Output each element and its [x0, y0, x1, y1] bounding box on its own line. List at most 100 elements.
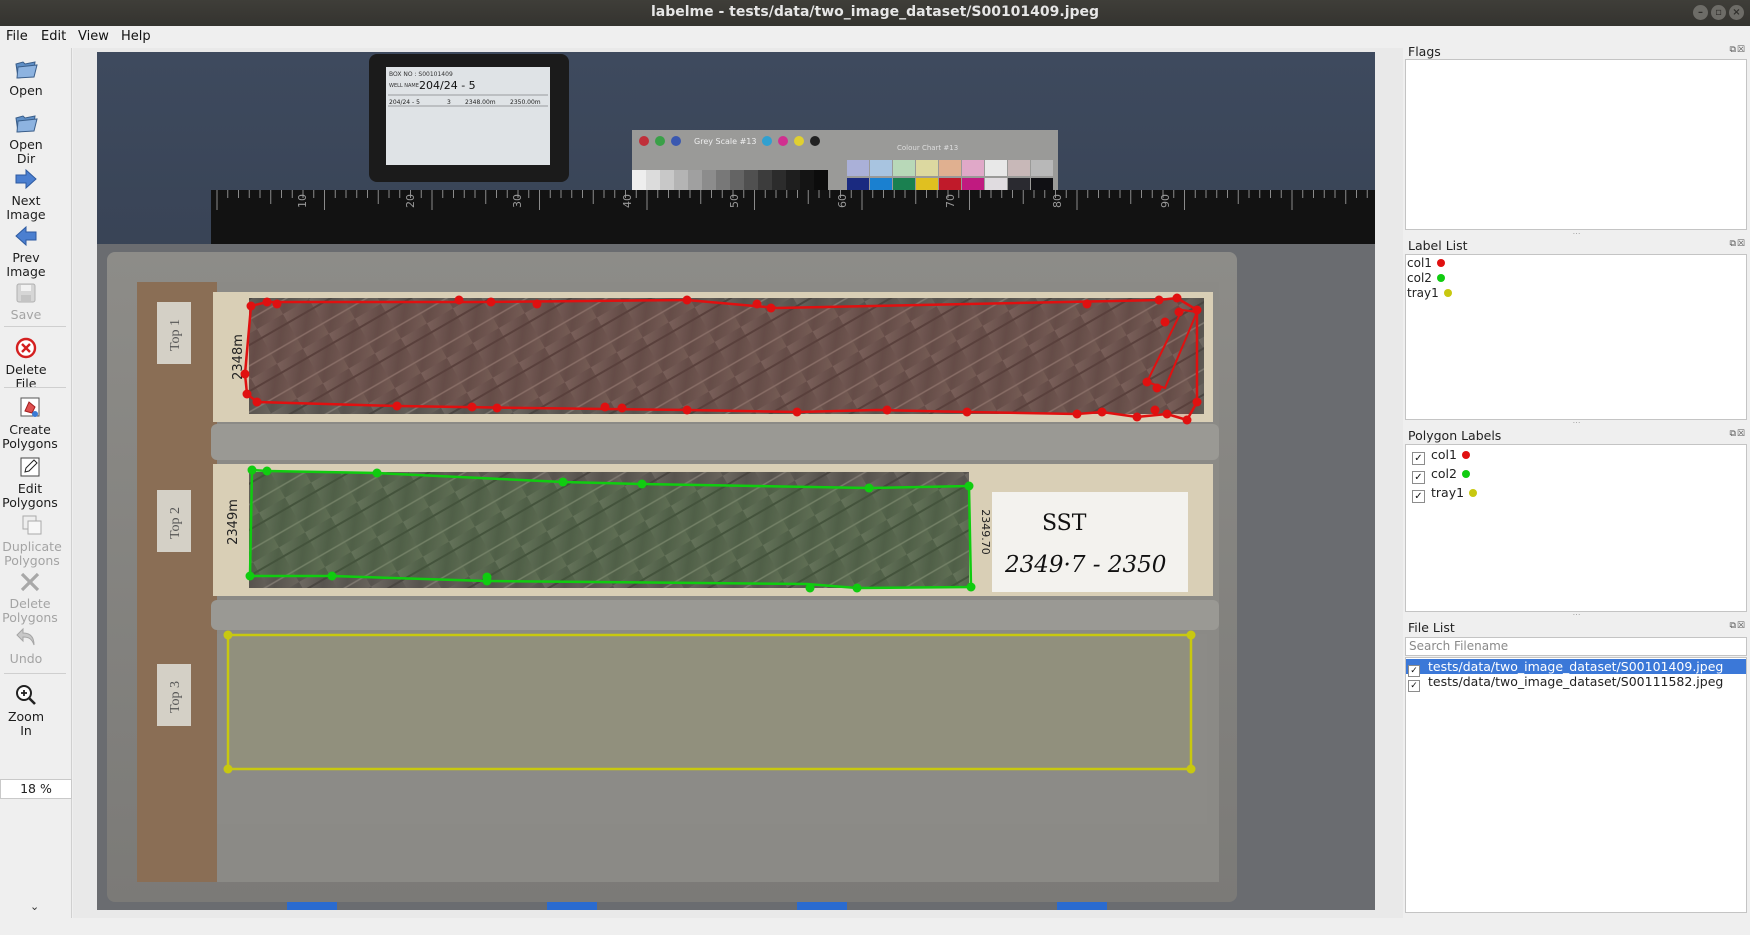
prev-image-button[interactable]: Prev Image — [2, 223, 50, 279]
panel-float-close-icons[interactable]: ⧉☒ — [1730, 45, 1747, 55]
polygon-vertex[interactable] — [1172, 293, 1182, 303]
annotation-col1[interactable] — [243, 296, 1199, 422]
polygon-vertex[interactable] — [752, 299, 762, 309]
polygon-vertex[interactable] — [1162, 409, 1172, 419]
polygon-vertex[interactable] — [558, 477, 568, 487]
polygon-vertex[interactable] — [1082, 299, 1092, 309]
annotation-tray1[interactable] — [223, 630, 1196, 774]
polygon-vertex[interactable] — [637, 479, 647, 489]
polygon-vertex[interactable] — [482, 572, 492, 582]
undo-button[interactable]: Undo — [2, 624, 50, 666]
polygon-vertex[interactable] — [262, 466, 272, 476]
open-dir-button[interactable]: Open Dir — [2, 110, 50, 166]
polygon-vertex[interactable] — [1142, 377, 1152, 387]
toolbar-separator — [4, 673, 66, 674]
list-item[interactable]: tray1 — [1406, 286, 1746, 301]
label-list[interactable]: col1 col2 tray1 — [1405, 254, 1747, 420]
folder-open-icon — [15, 61, 38, 79]
polygon-vertex[interactable] — [1132, 412, 1142, 422]
list-item[interactable]: ✓ col1 — [1406, 445, 1746, 465]
panel-resize-grip[interactable]: ⋯ — [1403, 611, 1750, 619]
menu-help[interactable]: Help — [121, 29, 151, 44]
polygon-vertex[interactable] — [247, 465, 257, 475]
polygon-vertex[interactable] — [966, 582, 976, 592]
tablet-box-text: BOX NO : S00101409 — [389, 71, 453, 78]
polygon-vertex[interactable] — [262, 297, 272, 307]
polygon-vertex[interactable] — [392, 401, 402, 411]
checkbox[interactable]: ✓ — [1408, 680, 1420, 692]
polygon-vertex[interactable] — [272, 299, 282, 309]
more-tools-chevron-icon[interactable]: ⌄ — [30, 900, 39, 913]
core-tray-photo[interactable]: BOX NO : S00101409 WELL NAME 204/24 - 5 … — [97, 52, 1375, 910]
menu-edit[interactable]: Edit — [41, 29, 66, 44]
polygon-vertex[interactable] — [1174, 307, 1184, 317]
polygon-vertex[interactable] — [852, 583, 862, 593]
zoom-in-button[interactable]: Zoom In — [2, 682, 50, 738]
polygon-vertex[interactable] — [492, 403, 502, 413]
polygon-vertex[interactable] — [962, 407, 972, 417]
polygon-vertex[interactable] — [864, 483, 874, 493]
polygon-vertex[interactable] — [454, 295, 464, 305]
list-item[interactable]: col1 — [1406, 256, 1746, 271]
polygon-vertex[interactable] — [964, 481, 974, 491]
polygon-vertex[interactable] — [792, 407, 802, 417]
polygon-vertex[interactable] — [1150, 405, 1160, 415]
panel-float-close-icons[interactable]: ⧉☒ — [1730, 621, 1747, 631]
polygon-vertex[interactable] — [327, 571, 337, 581]
polygon-vertex[interactable] — [246, 301, 256, 311]
delete-polygons-button[interactable]: Delete Polygons — [0, 569, 60, 625]
polygon-vertex[interactable] — [242, 389, 252, 399]
list-item[interactable]: ✓ tray1 — [1406, 483, 1746, 503]
close-window-icon[interactable]: × — [1729, 5, 1744, 20]
polygon-vertex[interactable] — [682, 405, 692, 415]
list-item[interactable]: ✓ col2 — [1406, 464, 1746, 484]
polygon-vertex[interactable] — [532, 299, 542, 309]
file-list-item[interactable]: ✓ tests/data/two_image_dataset/S00111582.… — [1406, 674, 1746, 692]
polygon-vertex[interactable] — [486, 297, 496, 307]
polygon-vertex[interactable] — [682, 295, 692, 305]
minimize-icon[interactable]: – — [1693, 5, 1708, 20]
search-filename-input[interactable]: Search Filename — [1405, 637, 1747, 656]
polygon-vertex[interactable] — [1152, 383, 1162, 393]
delete-file-button[interactable]: Delete File — [2, 335, 50, 391]
polygon-vertex[interactable] — [467, 402, 477, 412]
zoom-value-field[interactable]: 18 % — [0, 779, 72, 799]
panel-float-close-icons[interactable]: ⧉☒ — [1730, 239, 1747, 249]
polygon-vertex[interactable] — [240, 369, 250, 379]
create-polygon-icon — [20, 397, 40, 417]
panel-float-close-icons[interactable]: ⧉☒ — [1730, 429, 1747, 439]
polygon-vertex[interactable] — [1182, 415, 1192, 425]
polygon-vertex[interactable] — [245, 571, 255, 581]
polygon-vertex[interactable] — [617, 403, 627, 413]
polygon-vertex[interactable] — [882, 405, 892, 415]
polygon-vertex[interactable] — [372, 468, 382, 478]
create-polygons-button[interactable]: Create Polygons — [0, 395, 60, 451]
polygon-labels-list[interactable]: ✓ col1 ✓ col2 ✓ tray1 — [1405, 444, 1747, 612]
save-button[interactable]: Save — [2, 280, 50, 322]
image-canvas[interactable]: BOX NO : S00101409 WELL NAME 204/24 - 5 … — [73, 48, 1403, 918]
panel-resize-grip[interactable]: ⋯ — [1403, 419, 1750, 427]
polygon-vertex[interactable] — [766, 303, 776, 313]
edit-polygons-button[interactable]: Edit Polygons — [0, 454, 60, 510]
polygon-vertex[interactable] — [805, 583, 815, 593]
polygon-vertex[interactable] — [1192, 397, 1202, 407]
duplicate-polygons-button[interactable]: Duplicate Polygons — [0, 512, 64, 568]
annotation-col2[interactable] — [248, 468, 973, 590]
polygon-vertex[interactable] — [1192, 305, 1202, 315]
menu-view[interactable]: View — [78, 29, 109, 44]
list-item[interactable]: col2 — [1406, 271, 1746, 286]
polygon-vertex[interactable] — [1072, 409, 1082, 419]
polygon-vertex[interactable] — [1154, 295, 1164, 305]
polygon-vertex[interactable] — [252, 397, 262, 407]
file-list-item[interactable]: ✓ tests/data/two_image_dataset/S00101409.… — [1406, 659, 1746, 677]
menu-file[interactable]: File — [6, 29, 28, 44]
flags-list[interactable] — [1405, 59, 1747, 230]
polygon-vertex[interactable] — [1160, 317, 1170, 327]
next-image-button[interactable]: Next Image — [2, 166, 50, 222]
file-list[interactable]: ✓ tests/data/two_image_dataset/S00101409.… — [1405, 657, 1747, 913]
polygon-vertex[interactable] — [1097, 407, 1107, 417]
open-button[interactable]: Open — [2, 56, 50, 98]
polygon-vertex[interactable] — [600, 402, 610, 412]
maximize-icon[interactable]: ▫ — [1711, 5, 1726, 20]
checkbox[interactable]: ✓ — [1412, 490, 1425, 503]
